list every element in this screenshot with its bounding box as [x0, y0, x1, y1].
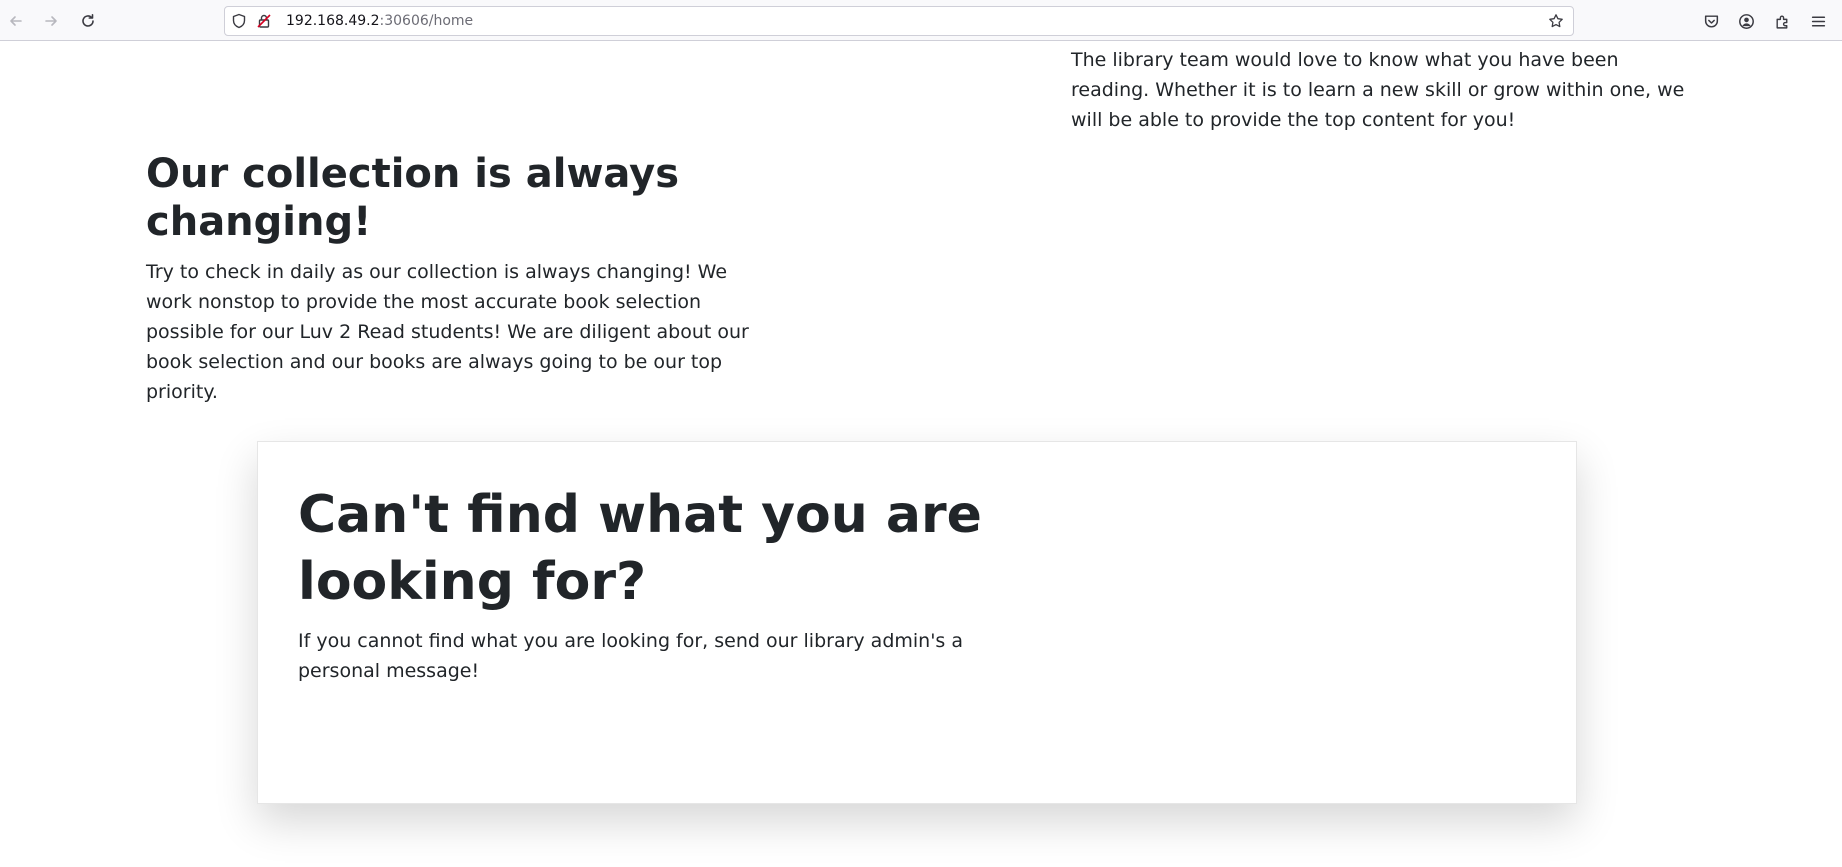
reading-intro-text: The library team would love to know what…: [1071, 49, 1685, 131]
forward-button[interactable]: [38, 8, 64, 34]
pocket-button[interactable]: [1698, 8, 1724, 34]
reload-button[interactable]: [75, 8, 101, 34]
back-icon: [10, 16, 22, 26]
url-path: :30606/home: [379, 13, 474, 29]
browser-toolbar: 192.168.49.2:30606/home: [0, 0, 1842, 41]
extensions-icon: [1775, 15, 1787, 29]
extensions-button[interactable]: [1769, 8, 1795, 34]
forward-icon: [45, 16, 57, 26]
url-text[interactable]: 192.168.49.2:30606/home: [286, 12, 473, 30]
collection-heading: Our collection is always changing!: [146, 151, 680, 245]
back-button[interactable]: [3, 8, 29, 34]
card-heading: Can't find what you are looking for?: [298, 485, 982, 612]
shield-icon[interactable]: [231, 13, 247, 29]
url-host: 192.168.49.2: [286, 13, 380, 29]
contact-card: Can't find what you are looking for? If …: [257, 441, 1577, 804]
url-bar[interactable]: 192.168.49.2:30606/home: [224, 6, 1574, 36]
page-content: The library team would love to know what…: [0, 42, 1842, 867]
account-button[interactable]: [1733, 8, 1759, 34]
reload-icon: [82, 14, 94, 27]
pocket-icon: [1704, 14, 1718, 28]
menu-icon: [1811, 15, 1825, 27]
menu-button[interactable]: [1805, 8, 1831, 34]
bookmark-star-icon[interactable]: [1548, 13, 1564, 29]
card-text: If you cannot find what you are looking …: [298, 630, 964, 682]
collection-text: Try to check in daily as our collection …: [146, 261, 749, 403]
insecure-lock-icon[interactable]: [256, 13, 272, 29]
account-icon: [1738, 13, 1754, 29]
